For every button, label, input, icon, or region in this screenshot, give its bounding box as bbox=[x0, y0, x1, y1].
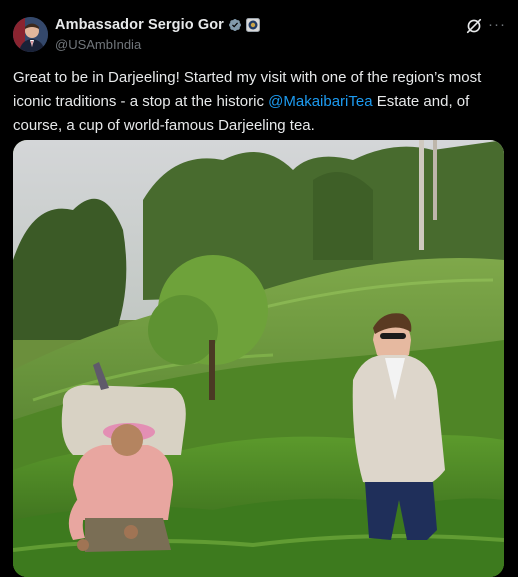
mention-link[interactable]: @MakaibariTea bbox=[268, 93, 372, 110]
tea-garden-photo bbox=[13, 140, 504, 577]
government-seal-icon[interactable] bbox=[245, 18, 260, 32]
verified-badge-icon[interactable] bbox=[228, 18, 242, 32]
tweet-post: Ambassador Sergio Gor @USAmbIndia ··· Gr… bbox=[0, 0, 518, 577]
avatar-image bbox=[13, 17, 48, 52]
avatar[interactable] bbox=[13, 17, 48, 52]
author-display-name[interactable]: Ambassador Sergio Gor bbox=[55, 17, 224, 33]
grok-icon[interactable] bbox=[465, 17, 483, 35]
post-photo[interactable] bbox=[13, 140, 504, 577]
more-options-icon[interactable]: ··· bbox=[488, 16, 506, 34]
author-name-row: Ambassador Sergio Gor bbox=[55, 17, 260, 33]
post-text: Great to be in Darjeeling! Started my vi… bbox=[13, 66, 503, 138]
author-handle[interactable]: @USAmbIndia bbox=[55, 37, 141, 52]
